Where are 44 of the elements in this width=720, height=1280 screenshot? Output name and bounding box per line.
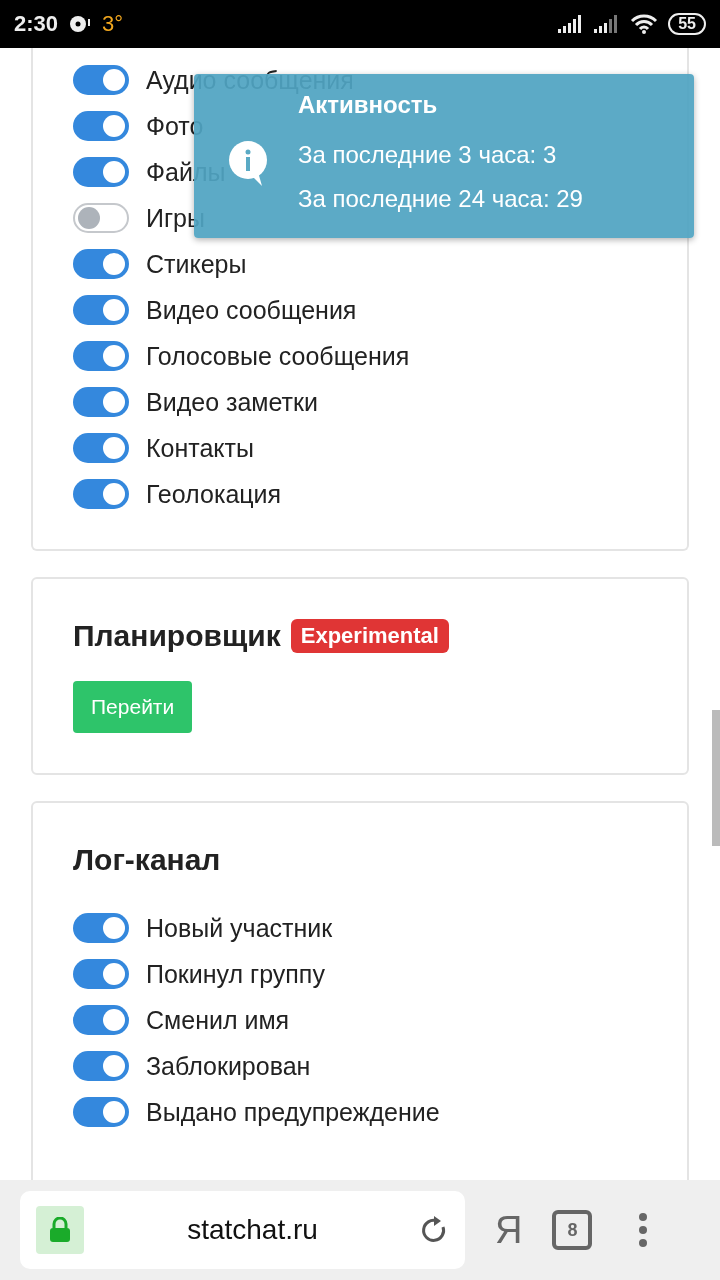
toggle-switch[interactable] (73, 1097, 129, 1127)
toggle-label: Покинул группу (146, 959, 325, 989)
toggle-switch[interactable] (73, 249, 129, 279)
toggle-switch[interactable] (73, 433, 129, 463)
scrollbar[interactable] (712, 710, 720, 846)
tabs-button[interactable]: 8 (552, 1210, 593, 1250)
toggle-switch[interactable] (73, 203, 129, 233)
toggle-switch[interactable] (73, 295, 129, 325)
toast-text: За последние 24 часа: 29 (298, 184, 583, 214)
toggle-label: Заблокирован (146, 1051, 311, 1081)
battery-indicator: 55 (668, 13, 706, 35)
url-text: statchat.ru (186, 1214, 319, 1246)
toggle-label: Контакты (146, 433, 254, 463)
toggle-label: Видео заметки (146, 387, 318, 417)
disc-icon (68, 13, 93, 35)
lock-icon (36, 1206, 84, 1254)
experimental-badge: Experimental (290, 619, 449, 653)
wifi-icon (630, 13, 659, 35)
status-time: 2:30 (14, 11, 59, 37)
toggle-switch[interactable] (73, 387, 129, 417)
toggle-label: Новый участник (146, 913, 333, 943)
toggle-label: Видео сообщения (146, 295, 357, 325)
toggle-switch[interactable] (73, 1051, 129, 1081)
toggle-switch[interactable] (73, 479, 129, 509)
toggle-label: Стикеры (146, 249, 247, 279)
toggle-switch[interactable] (73, 65, 129, 95)
toggle-switch[interactable] (73, 341, 129, 371)
toggle-label: Выдано предупреждение (146, 1097, 440, 1127)
toggle-switch[interactable] (73, 1005, 129, 1035)
toggle-switch[interactable] (73, 157, 129, 187)
toggle-switch[interactable] (73, 111, 129, 141)
card-title: Планировщик (73, 619, 281, 653)
temperature-text: 3° (102, 11, 124, 37)
toggle-label: Сменил имя (146, 1005, 290, 1035)
card-title: Лог-канал (73, 843, 222, 877)
toggle-switch[interactable] (73, 913, 129, 943)
menu-icon[interactable] (638, 1213, 649, 1247)
toggle-switch[interactable] (73, 959, 129, 989)
toggle-label: Голосовые сообщения (146, 341, 410, 371)
toggle-label: Геолокация (146, 479, 282, 509)
toast-title: Активность (298, 91, 439, 119)
address-bar[interactable]: statchat.ru (20, 1191, 465, 1269)
toast-text: За последние 3 часа: 3 (298, 140, 558, 170)
browser-logo[interactable]: Я (495, 1208, 523, 1252)
